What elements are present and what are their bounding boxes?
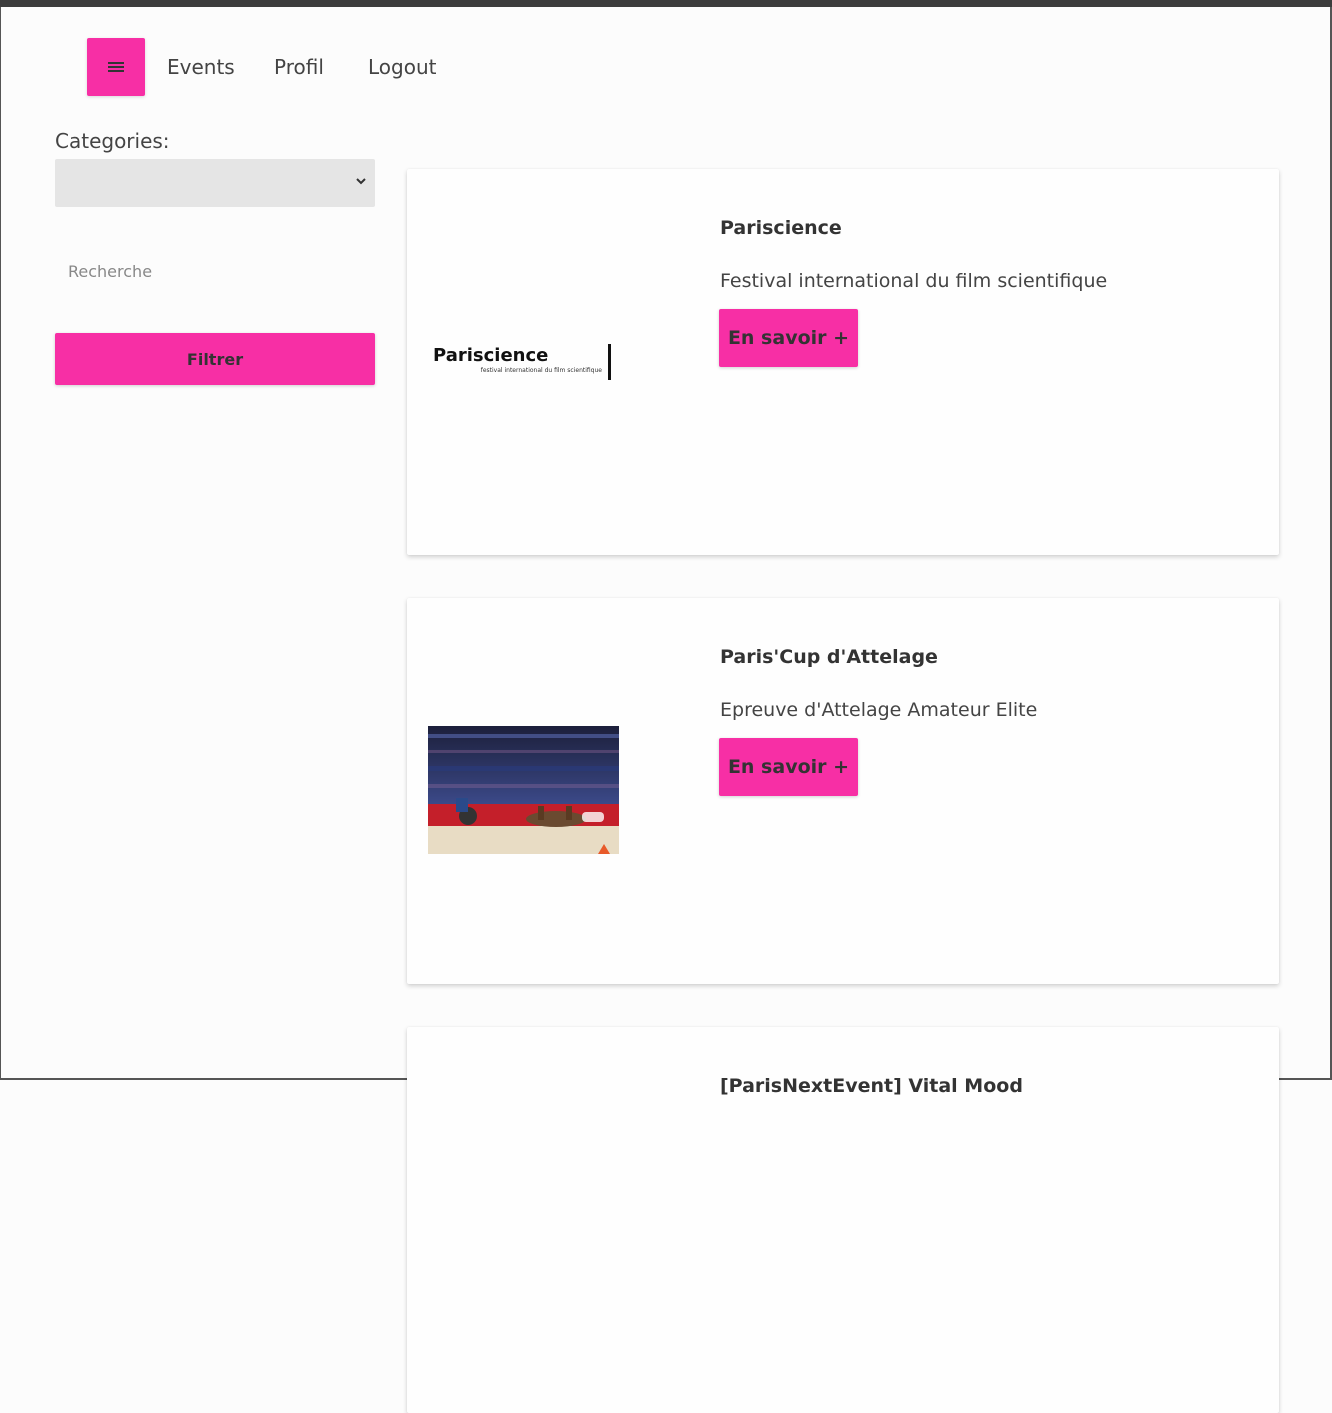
event-photo-image: [428, 726, 619, 854]
window-border-left: [0, 7, 1, 1080]
search-input[interactable]: [55, 246, 375, 296]
logo-tagline: festival international du film scientifi…: [481, 367, 603, 374]
event-title: [ParisNextEvent] Vital Mood: [720, 1075, 1023, 1097]
nav-link-profil[interactable]: Profil: [274, 54, 324, 80]
event-title: Pariscience: [720, 217, 842, 239]
event-logo-image: Pariscience festival international du fi…: [432, 342, 617, 384]
categories-label: Categories:: [55, 129, 170, 153]
learn-more-button[interactable]: En savoir +: [719, 738, 858, 796]
nav-link-logout[interactable]: Logout: [368, 54, 436, 80]
event-description: Epreuve d'Attelage Amateur Elite: [720, 699, 1038, 721]
event-card: [ParisNextEvent] Vital Mood: [407, 1027, 1279, 1413]
filter-button[interactable]: Filtrer: [55, 333, 375, 385]
learn-more-button[interactable]: En savoir +: [719, 309, 858, 367]
event-title: Paris'Cup d'Attelage: [720, 646, 938, 668]
nav-link-events[interactable]: Events: [167, 54, 235, 80]
hamburger-menu-icon: [108, 61, 124, 73]
window-top-bar: [0, 0, 1332, 7]
event-card: Paris'Cup d'Attelage Epreuve d'Attelage …: [407, 598, 1279, 984]
event-description: Festival international du film scientifi…: [720, 270, 1108, 292]
chevron-down-icon: [356, 178, 366, 185]
menu-toggle-button[interactable]: [87, 38, 145, 96]
categories-select[interactable]: [55, 159, 375, 207]
event-card: Pariscience festival international du fi…: [407, 169, 1279, 555]
logo-wordmark: Pariscience: [433, 345, 548, 366]
